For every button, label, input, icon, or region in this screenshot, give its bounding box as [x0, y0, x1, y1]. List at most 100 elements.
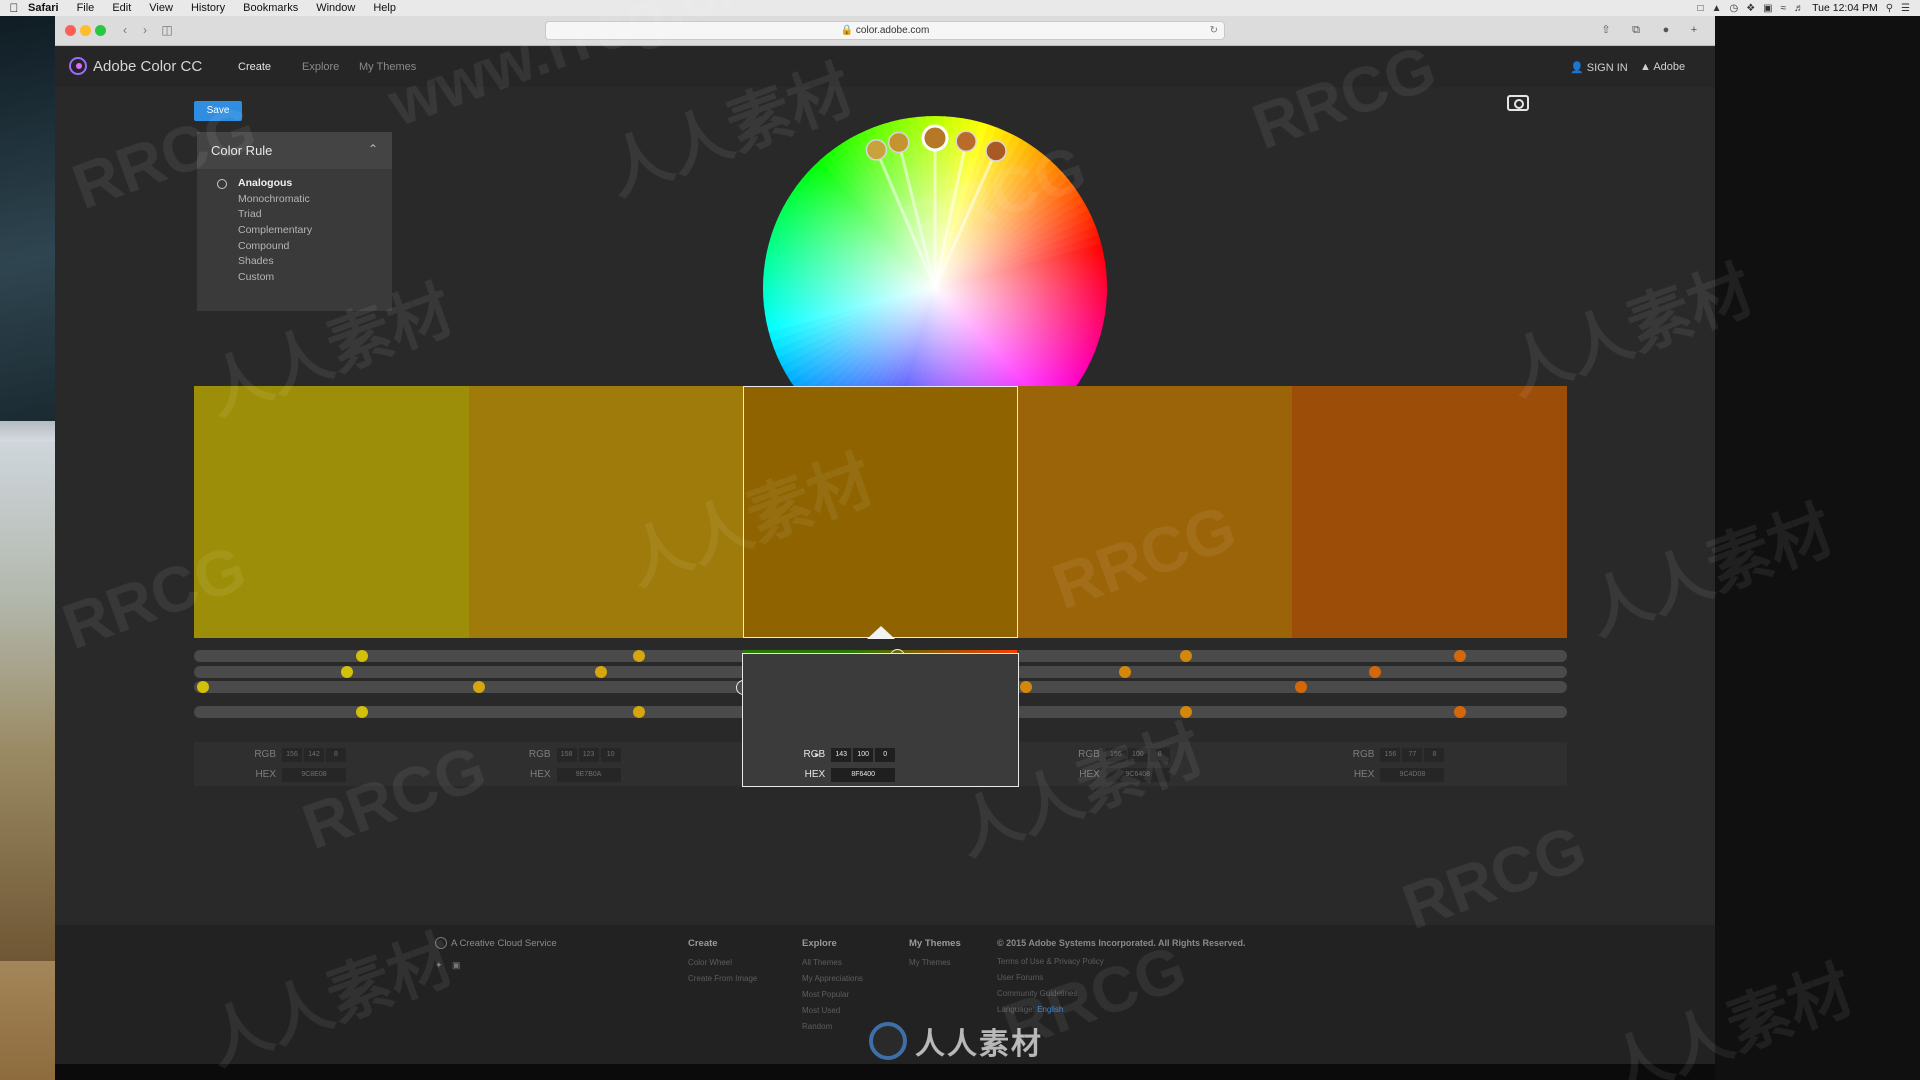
- footer-language-value[interactable]: English: [1037, 1005, 1063, 1014]
- footer-link-all-themes[interactable]: All Themes: [802, 958, 863, 967]
- address-bar[interactable]: 🔒 color.adobe.com ↻: [545, 21, 1225, 40]
- slider-knob[interactable]: [1020, 681, 1033, 693]
- sign-in-link[interactable]: 👤 SIGN IN: [1570, 61, 1628, 74]
- rule-option-analogous[interactable]: Analogous: [197, 176, 392, 192]
- sidebar-toggle-icon[interactable]: ◫: [159, 22, 175, 39]
- footer-create-heading[interactable]: Create: [688, 938, 757, 949]
- spotlight-icon[interactable]: ⚲: [1886, 3, 1893, 14]
- hex-value-input[interactable]: 8F6400: [831, 768, 896, 782]
- rule-option-complementary[interactable]: Complementary: [197, 223, 392, 239]
- reload-icon[interactable]: ↻: [1210, 22, 1218, 39]
- time-machine-icon[interactable]: ◷: [1729, 3, 1738, 14]
- forward-arrow-icon[interactable]: ›: [137, 22, 153, 39]
- footer-link-most-popular[interactable]: Most Popular: [802, 990, 863, 999]
- wheel-marker[interactable]: [865, 139, 888, 161]
- dropbox-icon[interactable]: ❖: [1746, 3, 1755, 14]
- footer-link-privacy[interactable]: Privacy Policy: [1054, 957, 1104, 966]
- blue-value-input[interactable]: 10: [600, 748, 621, 762]
- red-value-input[interactable]: 143: [831, 748, 852, 762]
- footer-link-user-forums[interactable]: User Forums: [997, 973, 1246, 982]
- red-value-input[interactable]: 158: [556, 748, 577, 762]
- app-title[interactable]: Adobe Color CC: [93, 58, 202, 75]
- hex-value-input[interactable]: 9E7B0A: [556, 768, 621, 782]
- footer-link-create-from-image[interactable]: Create From Image: [688, 974, 757, 983]
- menubar-help[interactable]: Help: [373, 2, 396, 14]
- wifi-icon[interactable]: ≈: [1781, 3, 1787, 14]
- wheel-marker[interactable]: [955, 130, 977, 153]
- red-value-input[interactable]: 156: [1380, 748, 1401, 762]
- color-swatch[interactable]: [743, 386, 1018, 639]
- slider-knob[interactable]: [1369, 666, 1382, 678]
- share-icon[interactable]: ⇧: [1597, 22, 1615, 39]
- rule-option-triad[interactable]: Triad: [197, 207, 392, 223]
- menubar-app-name[interactable]: Safari: [28, 2, 59, 14]
- slider-knob[interactable]: [1179, 650, 1192, 662]
- nav-my-themes[interactable]: My Themes: [359, 61, 416, 73]
- volume-icon[interactable]: ♬: [1794, 3, 1804, 14]
- wheel-marker[interactable]: [985, 140, 1007, 162]
- maximize-window-button[interactable]: [95, 25, 106, 36]
- footer-link-terms[interactable]: Terms of Use: [997, 957, 1044, 966]
- rule-option-monochromatic[interactable]: Monochromatic: [197, 192, 392, 208]
- slider-knob[interactable]: [632, 650, 645, 662]
- footer-link-random[interactable]: Random: [802, 1022, 863, 1031]
- color-swatch[interactable]: [1292, 386, 1567, 638]
- green-value-input[interactable]: 123: [578, 748, 599, 762]
- green-value-input[interactable]: 142: [304, 748, 324, 762]
- blue-value-input[interactable]: 8: [1149, 748, 1170, 762]
- menubar-file[interactable]: File: [77, 2, 95, 14]
- notification-center-icon[interactable]: ☰: [1901, 3, 1910, 14]
- footer-link-color-wheel[interactable]: Color Wheel: [688, 958, 757, 967]
- blue-value-input[interactable]: 8: [326, 748, 346, 762]
- slider-knob[interactable]: [632, 706, 645, 718]
- slider-knob[interactable]: [196, 681, 209, 693]
- footer-link-most-used[interactable]: Most Used: [802, 1006, 863, 1015]
- facebook-icon[interactable]: ▣: [452, 960, 462, 970]
- footer-link-my-themes[interactable]: My Themes: [909, 958, 961, 967]
- footer-themes-heading[interactable]: My Themes: [909, 938, 961, 949]
- hex-value-input[interactable]: 9C4D08: [1380, 768, 1445, 782]
- rule-option-compound[interactable]: Compound: [197, 239, 392, 255]
- slider-knob[interactable]: [355, 706, 368, 718]
- slider-knob[interactable]: [340, 666, 353, 678]
- screen-share-icon[interactable]: □: [1698, 3, 1704, 14]
- nav-explore[interactable]: Explore: [302, 61, 339, 73]
- adobe-link[interactable]: ▲ Adobe: [1640, 61, 1685, 73]
- menubar-edit[interactable]: Edit: [112, 2, 131, 14]
- color-rule-header[interactable]: Color Rule ⌃: [197, 132, 392, 169]
- nav-create[interactable]: Create: [238, 61, 271, 73]
- menubar-bookmarks[interactable]: Bookmarks: [243, 2, 298, 14]
- twitter-icon[interactable]: ✦: [435, 960, 445, 970]
- slider-knob[interactable]: [1454, 706, 1467, 718]
- hex-value-input[interactable]: 9C6408: [1105, 768, 1170, 782]
- red-value-input[interactable]: 156: [1105, 748, 1126, 762]
- footer-link-my-appreciations[interactable]: My Appreciations: [802, 974, 863, 983]
- slider-knob[interactable]: [1295, 681, 1307, 693]
- green-value-input[interactable]: 100: [1127, 748, 1148, 762]
- blue-value-input[interactable]: 0: [875, 748, 896, 762]
- apple-menu-icon[interactable]: : [0, 1, 28, 15]
- wheel-marker-base[interactable]: [921, 124, 949, 152]
- red-value-input[interactable]: 156: [282, 748, 302, 762]
- color-swatch[interactable]: [468, 386, 744, 638]
- adobe-cc-menubar-icon[interactable]: ▲: [1712, 3, 1722, 14]
- wheel-marker[interactable]: [887, 131, 910, 154]
- downloads-icon[interactable]: ●: [1657, 22, 1675, 39]
- footer-explore-heading[interactable]: Explore: [802, 938, 863, 949]
- save-button[interactable]: Save: [194, 101, 242, 121]
- slider-knob[interactable]: [355, 650, 368, 662]
- rule-option-shades[interactable]: Shades: [197, 254, 392, 270]
- airplay-icon[interactable]: ▣: [1763, 3, 1772, 14]
- collapse-chevron-icon[interactable]: ⌃: [368, 142, 378, 156]
- slider-knob[interactable]: [1119, 666, 1132, 678]
- adobe-color-logo-icon[interactable]: [69, 57, 87, 75]
- slider-knob[interactable]: [595, 666, 608, 678]
- tabs-overview-icon[interactable]: ⧉: [1627, 22, 1645, 39]
- rule-option-custom[interactable]: Custom: [197, 270, 392, 286]
- hex-value-input[interactable]: 9C8E08: [282, 768, 346, 782]
- slider-knob[interactable]: [1454, 650, 1467, 662]
- menubar-history[interactable]: History: [191, 2, 225, 14]
- camera-icon[interactable]: [1507, 95, 1529, 111]
- color-swatch[interactable]: [1017, 386, 1293, 638]
- menubar-view[interactable]: View: [149, 2, 173, 14]
